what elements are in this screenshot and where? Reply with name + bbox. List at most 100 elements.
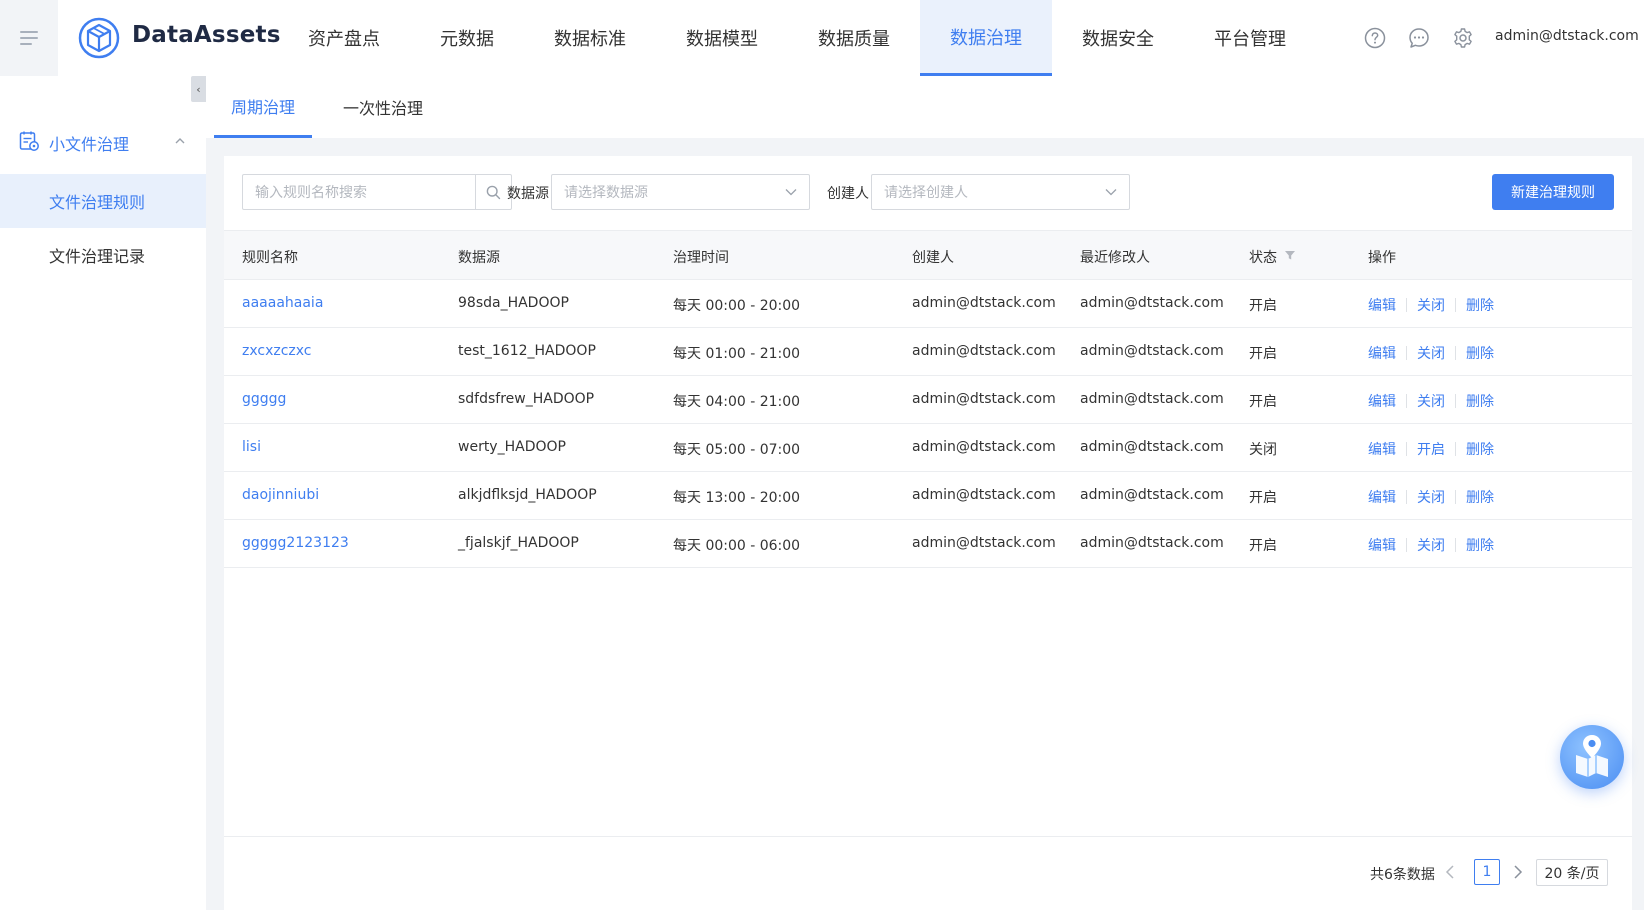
toggle-status-button[interactable]: 开启 xyxy=(1417,439,1445,459)
column-header-6: 操作 xyxy=(1368,250,1396,266)
cell-source: _fjalskjf_HADOOP xyxy=(458,535,579,551)
delete-button[interactable]: 删除 xyxy=(1466,439,1494,459)
nav-item-4[interactable]: 数据质量 xyxy=(788,0,920,76)
row-actions: 编辑 关闭 删除 xyxy=(1368,343,1494,363)
edit-button[interactable]: 编辑 xyxy=(1368,439,1396,459)
action-divider xyxy=(1406,346,1407,360)
rule-name-link[interactable]: ggggg2123123 xyxy=(242,535,349,551)
cell-time: 每天 04:00 - 21:00 xyxy=(673,394,801,410)
table-row: zxcxzczxc test_1612_HADOOP 每天 01:00 - 21:0… xyxy=(224,328,1632,376)
toggle-status-button[interactable]: 关闭 xyxy=(1417,391,1445,411)
next-page-button[interactable] xyxy=(1508,861,1528,883)
settings-gear-icon[interactable] xyxy=(1452,27,1474,49)
page-size-select[interactable]: 20 条/页 xyxy=(1536,859,1608,886)
table-row: ggggg sdfdsfrew_HADOOP 每天 04:00 - 21:00 adm… xyxy=(224,376,1632,424)
rule-name-link[interactable]: aaaaahaaia xyxy=(242,295,323,311)
toggle-status-button[interactable]: 关闭 xyxy=(1417,535,1445,555)
datasource-select-placeholder: 请选择数据源 xyxy=(564,185,648,201)
cell-time: 每天 01:00 - 21:00 xyxy=(673,346,801,362)
cell-time: 每天 00:00 - 20:00 xyxy=(673,298,801,314)
cell-status: 开启 xyxy=(1249,538,1277,554)
cell-creator: admin@dtstack.com xyxy=(912,535,1056,551)
nav-item-1[interactable]: 元数据 xyxy=(410,0,524,76)
cell-modifier: admin@dtstack.com xyxy=(1080,535,1224,551)
action-divider xyxy=(1406,298,1407,312)
app-name[interactable]: DataAssets xyxy=(132,22,281,48)
datasource-select[interactable]: 请选择数据源 xyxy=(551,174,810,210)
creator-select-placeholder: 请选择创建人 xyxy=(884,185,968,201)
rule-search-box xyxy=(242,174,512,210)
toggle-status-button[interactable]: 关闭 xyxy=(1417,295,1445,315)
cell-source: werty_HADOOP xyxy=(458,439,566,455)
menu-toggle-button[interactable] xyxy=(0,0,58,76)
row-actions: 编辑 关闭 删除 xyxy=(1368,295,1494,315)
user-account[interactable]: admin@dtstack.com xyxy=(1495,28,1639,44)
tab-one-time[interactable]: 一次性治理 xyxy=(328,76,438,138)
delete-button[interactable]: 删除 xyxy=(1466,391,1494,411)
edit-button[interactable]: 编辑 xyxy=(1368,295,1396,315)
edit-button[interactable]: 编辑 xyxy=(1368,535,1396,555)
rule-name-link[interactable]: lisi xyxy=(242,439,261,455)
cell-status: 开启 xyxy=(1249,490,1277,506)
datasource-filter-label: 数据源 xyxy=(507,186,549,202)
nav-item-0[interactable]: 资产盘点 xyxy=(278,0,410,76)
cell-modifier: admin@dtstack.com xyxy=(1080,487,1224,503)
delete-button[interactable]: 删除 xyxy=(1466,535,1494,555)
cell-creator: admin@dtstack.com xyxy=(912,295,1056,311)
page-number-button[interactable]: 1 xyxy=(1474,859,1500,885)
action-divider xyxy=(1406,490,1407,504)
edit-button[interactable]: 编辑 xyxy=(1368,391,1396,411)
sidebar-group-small-file[interactable]: 小文件治理 xyxy=(0,120,206,162)
action-divider xyxy=(1406,538,1407,552)
nav-item-6[interactable]: 数据安全 xyxy=(1052,0,1184,76)
edit-button[interactable]: 编辑 xyxy=(1368,487,1396,507)
action-divider xyxy=(1455,442,1456,456)
message-icon[interactable] xyxy=(1408,27,1430,49)
cell-modifier: admin@dtstack.com xyxy=(1080,295,1224,311)
top-header: DataAssets 资产盘点 元数据 数据标准 数据模型 数据质量 数据治理 数据安全 平台… xyxy=(0,0,1644,76)
cell-source: 98sda_HADOOP xyxy=(458,295,569,311)
toggle-status-button[interactable]: 关闭 xyxy=(1417,343,1445,363)
sidebar-item-rules[interactable]: 文件治理规则 xyxy=(0,174,206,228)
rule-name-link[interactable]: ggggg xyxy=(242,391,286,407)
delete-button[interactable]: 删除 xyxy=(1466,343,1494,363)
toggle-status-button[interactable]: 关闭 xyxy=(1417,487,1445,507)
creator-select[interactable]: 请选择创建人 xyxy=(871,174,1130,210)
total-count: 共6条数据 xyxy=(1370,867,1435,883)
action-divider xyxy=(1406,442,1407,456)
help-icon[interactable] xyxy=(1364,27,1386,49)
rules-panel: 数据源 请选择数据源 创建人 请选择创建人 新建治理规则 规则名称数据源治理时间… xyxy=(224,156,1632,910)
filter-icon[interactable] xyxy=(1284,249,1296,261)
sidebar-item-records[interactable]: 文件治理记录 xyxy=(0,228,206,282)
rule-name-link[interactable]: daojinniubi xyxy=(242,487,319,503)
cell-creator: admin@dtstack.com xyxy=(912,487,1056,503)
nav-item-3[interactable]: 数据模型 xyxy=(656,0,788,76)
row-actions: 编辑 关闭 删除 xyxy=(1368,391,1494,411)
help-assistant-button[interactable] xyxy=(1560,725,1624,789)
new-rule-button[interactable]: 新建治理规则 xyxy=(1492,174,1614,210)
cell-status: 开启 xyxy=(1249,394,1277,410)
search-button[interactable] xyxy=(475,175,511,209)
cell-status: 开启 xyxy=(1249,298,1277,314)
prev-page-button[interactable] xyxy=(1440,861,1460,883)
cell-status: 开启 xyxy=(1249,346,1277,362)
nav-item-5[interactable]: 数据治理 xyxy=(920,0,1052,76)
rule-name-link[interactable]: zxcxzczxc xyxy=(242,343,312,359)
chevron-left-icon xyxy=(1445,865,1454,879)
nav-item-7[interactable]: 平台管理 xyxy=(1184,0,1316,76)
cell-modifier: admin@dtstack.com xyxy=(1080,391,1224,407)
cell-creator: admin@dtstack.com xyxy=(912,391,1056,407)
sidebar: 小文件治理 文件治理规则 文件治理记录 xyxy=(0,76,206,910)
rule-search-input[interactable] xyxy=(243,175,475,209)
tab-periodic[interactable]: 周期治理 xyxy=(214,76,312,138)
sidebar-collapse-button[interactable]: ‹ xyxy=(191,76,206,102)
hamburger-icon xyxy=(20,27,38,49)
chevron-up-icon xyxy=(175,138,185,144)
table-row: daojinniubi alkjdflksjd_HADOOP 每天 13:00 - … xyxy=(224,472,1632,520)
chevron-down-icon xyxy=(785,189,797,196)
action-divider xyxy=(1455,538,1456,552)
edit-button[interactable]: 编辑 xyxy=(1368,343,1396,363)
delete-button[interactable]: 删除 xyxy=(1466,487,1494,507)
nav-item-2[interactable]: 数据标准 xyxy=(524,0,656,76)
delete-button[interactable]: 删除 xyxy=(1466,295,1494,315)
